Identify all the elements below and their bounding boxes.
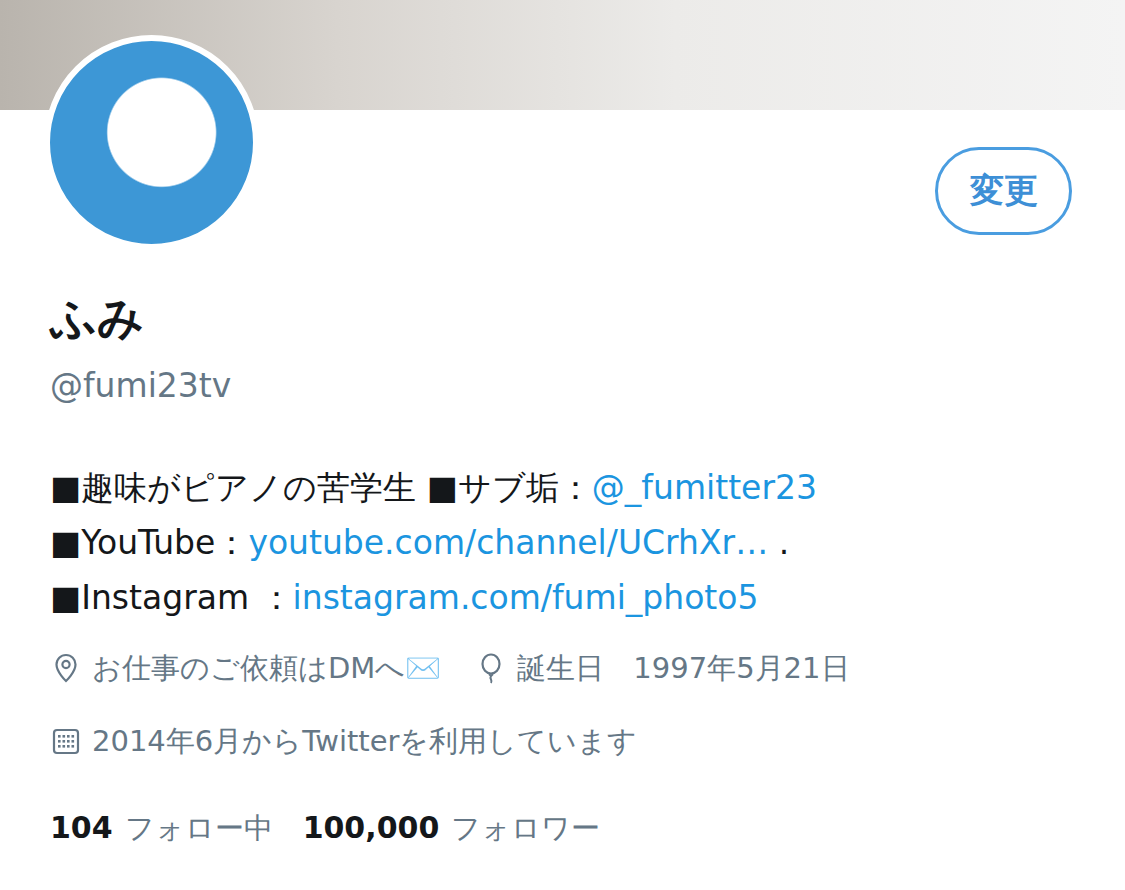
meta-item: 誕生日 1997年5月21日 bbox=[475, 647, 849, 689]
bio-text: ■YouTube： bbox=[50, 523, 248, 562]
bio-text: ■趣味がピアノの苦学生 ■サブ垢： bbox=[50, 468, 592, 507]
bio-line: ■趣味がピアノの苦学生 ■サブ垢：@_fumitter23 bbox=[50, 460, 1072, 515]
stats: 104 フォロー中 100,000フォロワー bbox=[50, 806, 1072, 850]
bio-link[interactable]: instagram.com/fumi_photo5 bbox=[293, 578, 759, 617]
bio-link[interactable]: youtube.com/channel/UCrhXr… bbox=[248, 523, 768, 562]
stat-label: フォロワー bbox=[451, 806, 600, 850]
location-icon bbox=[50, 652, 82, 684]
avatar-row: 変更 bbox=[50, 110, 1072, 250]
profile-body: 変更ふみ @fumi23tv ■趣味がピアノの苦学生 ■サブ垢：@_fumitter… bbox=[0, 110, 1125, 850]
stat[interactable]: 100,000フォロワー bbox=[303, 806, 601, 850]
bio-link[interactable]: @_fumitter23 bbox=[592, 468, 817, 507]
avatar[interactable] bbox=[44, 35, 259, 250]
meta-text: 2014年6月からTwitterを利用しています bbox=[92, 720, 637, 762]
bio-text: . bbox=[768, 523, 789, 562]
meta-text: 誕生日 1997年5月21日 bbox=[517, 647, 849, 689]
stat-count: 104 bbox=[50, 806, 113, 850]
meta-item: 2014年6月からTwitterを利用しています bbox=[50, 720, 637, 762]
bio: ■趣味がピアノの苦学生 ■サブ垢：@_fumitter23■YouTube：yo… bbox=[50, 460, 1072, 625]
bio-line: ■Instagram ：instagram.com/fumi_photo5 bbox=[50, 570, 1072, 625]
profile-page: 変更ふみ @fumi23tv ■趣味がピアノの苦学生 ■サブ垢：@_fumitter… bbox=[0, 0, 1125, 890]
edit-profile-button[interactable]: 変更 bbox=[935, 147, 1072, 235]
calendar-icon bbox=[50, 725, 82, 757]
bio-line: ■YouTube：youtube.com/channel/UCrhXr… . bbox=[50, 515, 1072, 570]
bio-text: ■Instagram ： bbox=[50, 578, 293, 617]
meta-row: お仕事のご依頼はDMへ✉️ 誕生日 1997年5月21日 bbox=[50, 647, 1072, 689]
stat-label: フォロー中 bbox=[125, 806, 273, 850]
meta-item: お仕事のご依頼はDMへ✉️ bbox=[50, 647, 441, 689]
stat[interactable]: 104 フォロー中 bbox=[50, 806, 273, 850]
balloon-icon bbox=[475, 652, 507, 684]
user-handle: @fumi23tv bbox=[50, 366, 1072, 406]
meta-row: 2014年6月からTwitterを利用しています bbox=[50, 720, 1072, 762]
stat-count: 100,000 bbox=[303, 806, 440, 850]
display-name: ふみ bbox=[50, 291, 1072, 346]
meta-text: お仕事のご依頼はDMへ✉️ bbox=[92, 647, 441, 689]
